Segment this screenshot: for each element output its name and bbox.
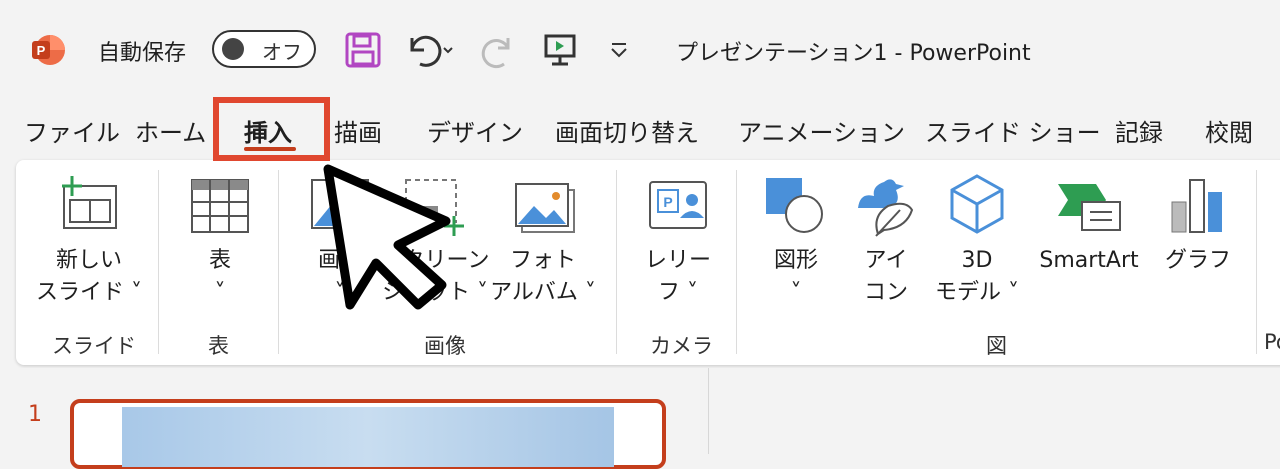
slide-thumbnail-image (122, 407, 614, 467)
group-separator (736, 170, 737, 354)
table-icon[interactable] (190, 178, 250, 234)
group-separator (278, 170, 279, 354)
svg-text:P: P (663, 194, 672, 210)
slide-number: 1 (28, 402, 42, 427)
3d-models-icon[interactable] (948, 174, 1006, 236)
cameo-label-2[interactable]: フ ˅ (630, 277, 726, 309)
photo-album-label-1[interactable]: フォト (488, 245, 598, 277)
tab-slideshow[interactable]: スライド ショー (925, 113, 1101, 148)
3d-models-label-1[interactable]: 3D (924, 245, 1030, 277)
icons-label-1[interactable]: アイ (846, 245, 926, 277)
cameo-label-1[interactable]: レリー (630, 245, 726, 277)
table-label[interactable]: 表 (190, 245, 250, 277)
table-chevron-icon[interactable]: ˅ (190, 277, 250, 309)
chart-label[interactable]: グラフ (1160, 245, 1236, 277)
group-label-illustrations: 図 (986, 334, 1007, 358)
tab-animations[interactable]: アニメーション (738, 113, 905, 148)
new-slide-label-1[interactable]: 新しい (34, 245, 144, 277)
group-separator (1256, 170, 1257, 354)
chart-icon[interactable] (1170, 178, 1226, 234)
group-label-partial: Po (1264, 330, 1280, 354)
tab-draw[interactable]: 描画 (334, 113, 382, 148)
tab-transitions[interactable]: 画面切り替え (555, 113, 699, 148)
redo-icon[interactable] (480, 30, 520, 70)
shapes-chevron-icon[interactable]: ˅ (756, 277, 836, 309)
smartart-icon[interactable] (1056, 180, 1122, 236)
new-slide-icon[interactable] (56, 176, 120, 232)
shapes-label[interactable]: 図形 (756, 245, 836, 277)
save-icon[interactable] (343, 30, 383, 70)
tab-record[interactable]: 記録 (1115, 113, 1163, 148)
insert-tab-highlight (213, 97, 330, 161)
group-separator (158, 170, 159, 354)
powerpoint-logo-icon: P (32, 35, 65, 65)
svg-text:P: P (37, 43, 46, 58)
title-bar (0, 0, 1280, 100)
tab-review[interactable]: 校閲 (1205, 113, 1253, 148)
tab-design[interactable]: デザイン (427, 113, 523, 148)
photo-album-icon[interactable] (514, 182, 576, 234)
group-label-images: 画像 (424, 334, 466, 358)
toggle-knob (222, 38, 244, 60)
icons-icon[interactable] (854, 176, 918, 238)
smartart-label[interactable]: SmartArt (1030, 245, 1148, 277)
shapes-icon[interactable] (764, 176, 828, 236)
tab-home[interactable]: ホーム (135, 113, 206, 148)
panel-divider (708, 368, 709, 454)
new-slide-label-2[interactable]: スライド ˅ (34, 277, 144, 309)
start-slideshow-icon[interactable] (542, 30, 582, 70)
photo-album-label-2[interactable]: アルバム ˅ (488, 277, 598, 309)
cameo-icon[interactable]: P (648, 180, 708, 234)
autosave-toggle[interactable]: オフ (212, 30, 316, 68)
3d-models-label-2[interactable]: モデル ˅ (924, 277, 1030, 309)
autosave-state: オフ (262, 40, 302, 64)
icons-label-2[interactable]: コン (846, 277, 926, 309)
tab-file[interactable]: ファイル (24, 113, 120, 148)
autosave-label: 自動保存 (98, 41, 187, 66)
customize-toolbar-icon[interactable] (606, 30, 632, 70)
group-separator (616, 170, 617, 354)
group-label-camera: カメラ (650, 334, 713, 358)
undo-icon[interactable] (402, 30, 454, 70)
group-label-slides: スライド (52, 334, 136, 358)
group-label-table: 表 (208, 334, 229, 358)
mouse-cursor-icon (323, 164, 451, 310)
document-title: プレゼンテーション1 - PowerPoint (676, 41, 1031, 66)
